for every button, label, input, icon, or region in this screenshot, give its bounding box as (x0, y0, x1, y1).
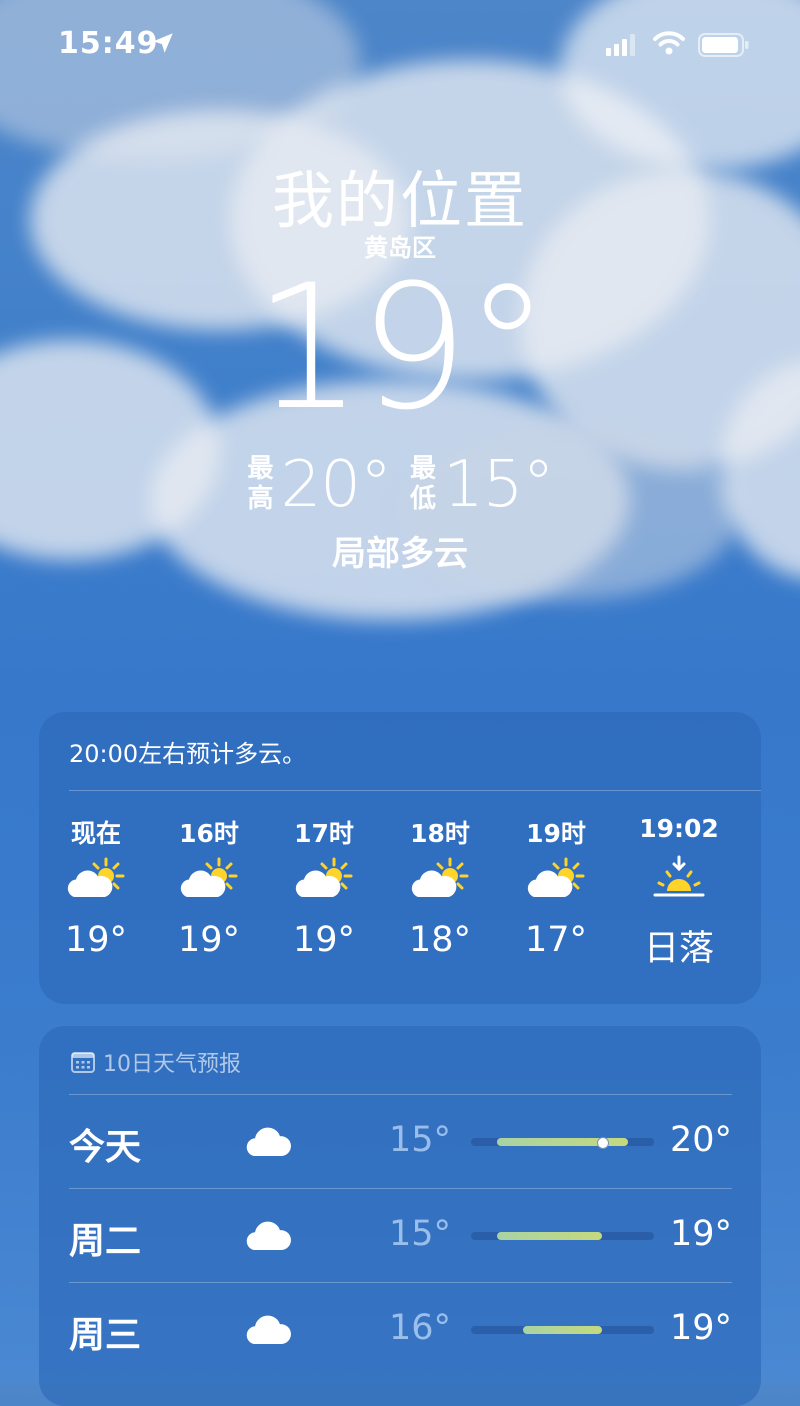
day-low-temperature: 15° (389, 1214, 452, 1254)
day-row[interactable]: 今天 15° 20° (69, 1094, 732, 1188)
hourly-forecast-card[interactable]: 20:00左右预计多云。 现在 19° 16时 19° 17时 19° 18时 18° 19时 1… (39, 712, 761, 1004)
temperature-range-bar (471, 1137, 654, 1149)
status-time: 15:49 (58, 26, 159, 61)
low-value: 15° (443, 448, 554, 522)
partly-cloudy-icon (151, 850, 267, 908)
hour-item: 现在 19° (38, 814, 154, 960)
day-low-temperature: 16° (389, 1308, 452, 1348)
day-name: 周三 (69, 1315, 142, 1356)
day-low-temperature: 15° (389, 1120, 452, 1160)
high-low-temperature: 最高 20° 最低 15° (0, 448, 800, 522)
sunset-icon (621, 850, 737, 908)
divider (69, 1282, 732, 1283)
hour-item: 19时 17° (498, 814, 614, 960)
divider (69, 1188, 732, 1189)
wifi-icon (653, 31, 685, 55)
current-temperature: 19° (253, 247, 551, 448)
divider (69, 790, 761, 791)
hour-label: 现在 (70, 819, 121, 848)
hour-item: 18时 18° (382, 814, 498, 960)
ten-day-header: 10日天气预报 (71, 1046, 241, 1078)
day-high-temperature: 19° (669, 1214, 732, 1254)
temperature-range-bar (471, 1326, 654, 1334)
partly-cloudy-icon (38, 850, 154, 908)
hour-label: 18时 (410, 819, 470, 848)
day-high-temperature: 20° (669, 1120, 732, 1160)
partly-cloudy-icon (498, 850, 614, 908)
hour-temperature: 日落 (643, 929, 714, 969)
partly-cloudy-icon (382, 850, 498, 908)
hour-temperature: 19° (292, 920, 356, 960)
day-high-temperature: 19° (669, 1308, 732, 1348)
ten-day-title: 10日天气预报 (103, 1052, 241, 1077)
high-value: 20° (280, 448, 392, 522)
day-row[interactable]: 周二 15° 19° (69, 1188, 732, 1282)
hour-label: 19:02 (639, 814, 719, 843)
temperature-range-fill (497, 1232, 602, 1240)
hour-temperature: 19° (177, 920, 241, 960)
temperature-range-bar (471, 1232, 654, 1240)
divider (69, 1094, 732, 1095)
hour-label: 19时 (526, 819, 586, 848)
calendar-icon (71, 1052, 95, 1073)
low-label: 最低 (409, 454, 436, 514)
day-row[interactable]: 周三 16° 19° (69, 1282, 732, 1376)
cloud-icon (244, 1312, 292, 1350)
high-label: 最高 (247, 454, 274, 514)
hour-item: 19:02 日落 (621, 814, 737, 971)
low-temperature-group: 最低 15° (409, 448, 554, 522)
forecast-summary: 20:00左右预计多云。 (69, 740, 307, 768)
cellular-signal-icon (606, 34, 635, 56)
high-temperature-group: 最高 20° (247, 448, 392, 522)
temperature-range-fill (523, 1326, 602, 1334)
battery-icon (698, 33, 749, 57)
hour-label: 17时 (294, 819, 354, 848)
hour-temperature: 19° (64, 920, 128, 960)
day-name: 周二 (69, 1221, 142, 1262)
location-title: 我的位置 (271, 164, 528, 237)
location-arrow-icon (153, 33, 173, 53)
weather-condition: 局部多云 (332, 534, 468, 574)
cloud-icon (244, 1218, 292, 1256)
cloud-icon (244, 1124, 292, 1162)
current-temperature-dot (596, 1137, 609, 1149)
day-name: 今天 (69, 1127, 142, 1168)
hour-temperature: 17° (524, 920, 588, 960)
partly-cloudy-icon (266, 850, 382, 908)
ten-day-forecast-card[interactable]: 10日天气预报 今天 15° 20° 周二 15° 19° 周三 16° 19° (39, 1026, 761, 1406)
hour-label: 16时 (179, 819, 239, 848)
hour-item: 17时 19° (266, 814, 382, 960)
hour-item: 16时 19° (151, 814, 267, 960)
hour-temperature: 18° (408, 920, 472, 960)
status-bar: 15:49 (0, 0, 800, 90)
